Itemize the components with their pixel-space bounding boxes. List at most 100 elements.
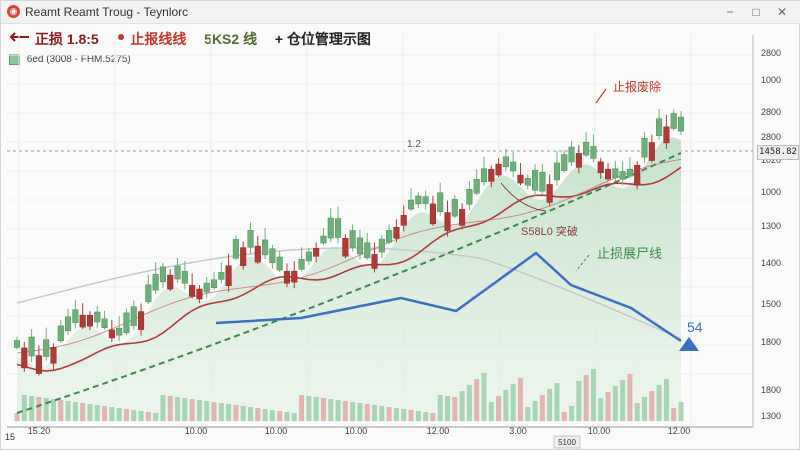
volume-bar [43, 398, 49, 421]
volume-bar [678, 402, 684, 421]
volume-bar [65, 401, 71, 421]
volume-bar [116, 408, 122, 421]
volume-bar [590, 369, 596, 421]
volume-bar [663, 379, 669, 421]
volume-bar [474, 379, 480, 421]
candle-body [568, 146, 575, 163]
candle-body [561, 154, 568, 171]
x-axis-start-label: 15 [5, 432, 15, 442]
candle-body [35, 355, 42, 374]
volume-bar [36, 397, 42, 421]
candle-body [137, 311, 145, 330]
volume-bar [569, 406, 575, 421]
y-tick-label: 1000 [761, 187, 781, 197]
volume-bar [364, 404, 370, 421]
volume-bar [620, 380, 626, 421]
annotation-label: 54 [687, 319, 703, 335]
price-chart[interactable]: 止报废除1.2S58L0 突破止损展尸线54 15.20 10.00 10.00 10… [1, 23, 800, 451]
candle-body [641, 137, 648, 158]
minimize-button[interactable]: − [719, 3, 741, 21]
volume-bar [167, 396, 173, 421]
volume-bar [576, 381, 582, 421]
candle-body [583, 141, 590, 156]
candle-body [488, 169, 495, 182]
candle-body [539, 171, 546, 192]
y-tick-label: 1300 [761, 411, 781, 421]
volume-bar [379, 406, 385, 421]
candle-body [575, 153, 582, 168]
y-tick-label: 1000 [761, 75, 781, 85]
volume-bar [50, 399, 56, 421]
volume-bar [211, 402, 217, 421]
volume-bar [656, 385, 662, 421]
volume-bar [175, 397, 181, 421]
volume-bar [218, 403, 224, 421]
candle-body [130, 306, 137, 326]
candle-body [167, 274, 174, 290]
volume-bar [94, 405, 100, 421]
volume-bar [189, 399, 195, 421]
volume-bar [14, 413, 20, 421]
candle-body [57, 325, 64, 342]
volume-bar [488, 402, 494, 421]
y-tick-label: 1800 [761, 385, 781, 395]
candle-body [532, 170, 539, 191]
volume-bar [335, 400, 341, 421]
volume-bar [503, 390, 509, 421]
volume-bar [547, 389, 553, 421]
candle-body [145, 284, 152, 303]
candle-body [510, 161, 517, 172]
candle-body [604, 168, 612, 180]
close-button[interactable]: ✕ [771, 3, 793, 21]
volume-bar [452, 397, 458, 421]
volume-bar [277, 411, 283, 421]
candle-body [619, 171, 626, 180]
candle-body [480, 168, 488, 183]
candle-body [378, 238, 385, 253]
candle-body [218, 272, 225, 280]
volume-bar [525, 407, 531, 421]
x-axis-badge-label: 5100 [558, 438, 576, 447]
volume-bar [612, 386, 618, 421]
candle-body [196, 288, 203, 300]
volume-bar [459, 391, 465, 421]
candle-body [517, 174, 524, 184]
candle-body [94, 311, 101, 323]
volume-bar [313, 397, 319, 421]
candle-body [495, 163, 502, 176]
volume-bar [204, 401, 210, 421]
candle-body [459, 209, 466, 226]
volume-bar [408, 410, 414, 421]
volume-bar [386, 407, 392, 421]
volume-bar [328, 399, 334, 421]
candle-body [626, 168, 633, 177]
annotation-label: 止损展尸线 [597, 246, 662, 261]
volume-bar [445, 396, 451, 421]
volume-bar [87, 404, 93, 421]
volume-bar [320, 398, 326, 421]
volume-bar [393, 408, 399, 421]
volume-bar [160, 395, 166, 421]
candle-body [415, 195, 422, 205]
volume-bar [291, 413, 297, 421]
volume-bar [269, 410, 275, 421]
candle-body [291, 270, 298, 283]
candle-body [232, 239, 239, 259]
candle-body [262, 239, 269, 256]
y-tick-label: 2800 [761, 107, 781, 117]
candle-body [152, 273, 159, 291]
candle-body [335, 218, 342, 238]
volume-bar [605, 392, 611, 421]
candle-body [283, 271, 291, 284]
candle-body [386, 230, 393, 243]
candle-body [677, 116, 685, 132]
candle-body [247, 230, 254, 248]
candle-body [240, 247, 247, 266]
candle-body [13, 340, 21, 348]
candle-body [86, 314, 94, 327]
volume-bar [642, 397, 648, 421]
maximize-button[interactable]: □ [745, 3, 767, 21]
volume-bar [255, 408, 261, 421]
volume-bar [72, 402, 78, 421]
candle-body [451, 198, 458, 217]
